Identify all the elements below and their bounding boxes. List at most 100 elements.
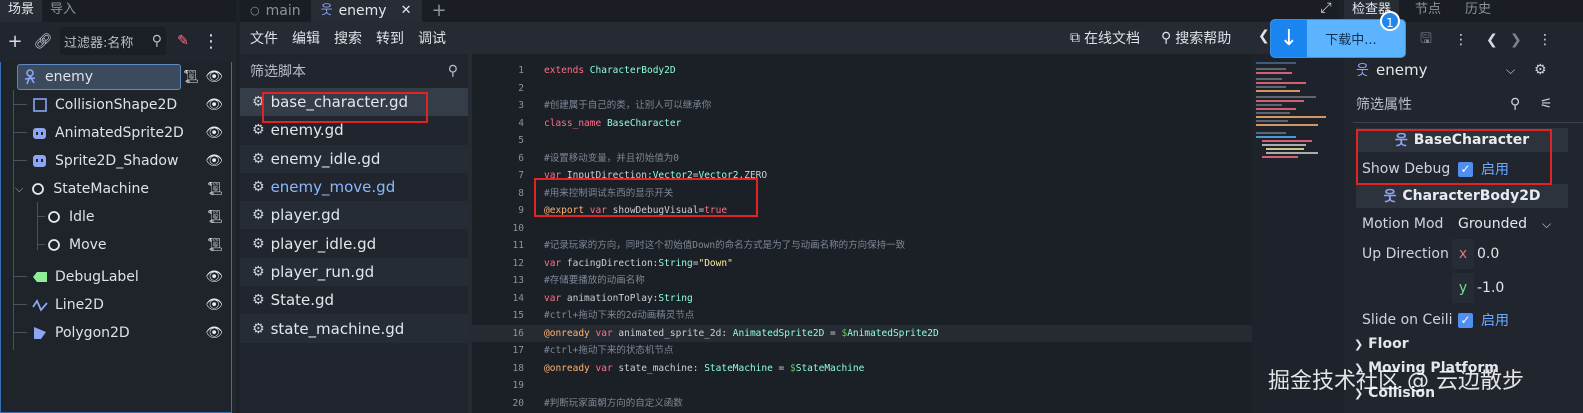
tab-main[interactable]: ○ main — [240, 0, 311, 22]
tree-node-move[interactable]: Move 📜︎ — [1, 231, 231, 259]
code-line[interactable]: 17 #ctrl+拖动下来的状态机节点 — [472, 342, 1252, 360]
tree-node-debuglabel[interactable]: DebugLabel 👁︎ — [1, 263, 231, 291]
tab-scene[interactable]: 场景 — [0, 0, 43, 22]
code-line[interactable]: 3 #创建属于自己的类，让别人可以继承你 — [472, 97, 1252, 115]
fullscreen-icon[interactable]: ⤢ — [1314, 0, 1338, 22]
close-icon[interactable]: ✕ — [401, 1, 412, 21]
script-list-item[interactable]: ⚙ State.gd — [240, 286, 468, 314]
collision-shape-icon — [31, 96, 49, 114]
menu-edit[interactable]: 编辑 — [292, 28, 320, 48]
tree-node-line2d[interactable]: Line2D 👁︎ — [1, 291, 231, 319]
more-options-icon[interactable]: ⋮ — [200, 31, 222, 52]
script-filter-input[interactable]: 筛选脚本 ⚲ — [240, 54, 468, 88]
script-list-item[interactable]: ⚙ player_run.gd — [240, 257, 468, 287]
code-text: @onready var state_machine: StateMachine… — [544, 362, 865, 374]
add-node-icon[interactable]: + — [4, 31, 26, 52]
script-icon[interactable]: 📜︎ — [206, 210, 223, 225]
slide-on-ceiling-checkbox[interactable]: ✓ 启用 — [1458, 310, 1509, 330]
code-line[interactable]: 14 var animationToPlay:String — [472, 290, 1252, 308]
tab-enemy[interactable]: 웃 enemy ✕ — [310, 0, 422, 22]
collapse-arrow-icon[interactable]: ⌵ — [15, 182, 23, 196]
add-tab-button[interactable]: + — [422, 0, 457, 22]
script-icon[interactable]: 📜︎ — [206, 238, 223, 253]
scene-filter-input[interactable]: 过滤器:名称 ⚲ — [60, 27, 166, 55]
script-list-item[interactable]: ⚙ state_machine.gd — [240, 314, 468, 343]
menu-debug[interactable]: 调试 — [418, 28, 446, 48]
scene-dock: 场景 导入 + 🔗︎ 过滤器:名称 ⚲ ✎ ⋮ enemy 📜︎ 👁︎ Coll… — [0, 0, 236, 413]
code-line[interactable]: 13 #存储要播放的动画名称 — [472, 272, 1252, 290]
script-list-item[interactable]: ⚙ player_idle.gd — [240, 229, 468, 257]
visibility-eye-icon[interactable]: 👁︎ — [205, 297, 223, 313]
script-list-item[interactable]: ⚙ player.gd — [240, 201, 468, 230]
tree-node-polygon2d[interactable]: Polygon2D 👁︎ — [1, 319, 231, 347]
tab-history[interactable]: 历史 — [1457, 0, 1499, 22]
inspector-dock: 检查器 节点 历史 🖫︎ ⋮ ❮ ❯ ⋮ 웃 enemy ⌵ ⚙ 筛选属性 ⚲ … — [1344, 0, 1583, 413]
history-back-icon[interactable]: ❮ — [1486, 32, 1498, 48]
tab-node[interactable]: 节点 — [1407, 0, 1449, 22]
script-list-item[interactable]: ⚙ enemy_move.gd — [240, 173, 468, 201]
section-characterbody2d[interactable]: 웃 CharacterBody2D — [1356, 184, 1568, 208]
code-text: var facingDirection:String="Down" — [544, 257, 733, 269]
code-line[interactable]: 18 @onready var state_machine: StateMachi… — [472, 360, 1252, 378]
link-icon[interactable]: 🔗︎ — [32, 32, 54, 50]
visibility-eye-icon[interactable]: 👁︎ — [205, 97, 223, 113]
script-icon[interactable]: 📜︎ — [206, 182, 223, 197]
tree-node-collisionshape2d[interactable]: CollisionShape2D 👁︎ — [1, 91, 231, 119]
code-line[interactable]: 4 class_name BaseCharacter — [472, 115, 1252, 133]
code-line[interactable]: 6 #设置移动变量，并且初始值为0 — [472, 150, 1252, 168]
code-line[interactable]: 2 — [472, 80, 1252, 98]
tree-node-enemy[interactable]: enemy 📜︎ 👁︎ — [1, 63, 231, 91]
tree-node-sprite2d-shadow[interactable]: Sprite2D_Shadow 👁︎ — [1, 147, 231, 175]
code-line[interactable]: 1 extends CharacterBody2D — [472, 62, 1252, 80]
group-floor[interactable]: ❯ Floor — [1354, 336, 1409, 352]
node-label: Move — [69, 237, 107, 253]
menu-file[interactable]: 文件 — [250, 28, 278, 48]
tree-node-idle[interactable]: Idle 📜︎ — [1, 203, 231, 231]
attach-script-icon[interactable]: ✎ — [172, 33, 194, 49]
script-icon[interactable]: 📜︎ — [182, 70, 199, 85]
code-editor[interactable]: 1 extends CharacterBody2D 2 3 #创建属于自己的类，让别人可… — [472, 54, 1252, 413]
collapse-left-icon[interactable]: ❮ — [1258, 28, 1270, 44]
tree-node-animatedsprite2d[interactable]: AnimatedSprite2D 👁︎ — [1, 119, 231, 147]
code-line[interactable]: 11 #记录玩家的方向，同时这个初始值Down的命名方式是为了与动画名称的方向保持… — [472, 237, 1252, 255]
code-line[interactable]: 20 #判断玩家面朝方向的自定义函数 — [472, 395, 1252, 413]
line-number: 9 — [518, 205, 524, 216]
more-options-icon[interactable]: ⋮ — [1454, 32, 1468, 48]
visibility-eye-icon[interactable]: 👁︎ — [205, 269, 223, 285]
up-y-field[interactable]: -1.0 — [1477, 280, 1504, 296]
line-number: 1 — [518, 65, 524, 76]
visibility-eye-icon[interactable]: 👁︎ — [205, 69, 223, 85]
code-line[interactable]: 19 — [472, 377, 1252, 395]
code-minimap[interactable] — [1252, 54, 1343, 413]
tab-import[interactable]: 导入 — [42, 0, 84, 22]
motion-mode-select[interactable]: Grounded — [1458, 216, 1527, 232]
code-line[interactable]: 15 #ctrl+拖动下来的2d动画精灵节点 — [472, 307, 1252, 325]
visibility-eye-icon[interactable]: 👁︎ — [205, 125, 223, 141]
node-settings-icon[interactable]: ⚙ — [1534, 62, 1547, 78]
tree-node-statemachine[interactable]: ⌵ StateMachine 📜︎ — [1, 175, 231, 203]
visibility-eye-icon[interactable]: 👁︎ — [205, 153, 223, 169]
visibility-eye-icon[interactable]: 👁︎ — [205, 325, 223, 341]
object-selector[interactable]: 웃 enemy ⌵ ⚙ — [1344, 56, 1583, 84]
property-filter-input[interactable]: 筛选属性 ⚲ ⚟ — [1344, 90, 1583, 118]
code-line[interactable]: 16 @onready var animated_sprite_2d: Anima… — [472, 324, 1252, 342]
menu-goto[interactable]: 转到 — [376, 28, 404, 48]
prop-up-direction-y: y -1.0 — [1344, 272, 1583, 304]
line-icon — [31, 296, 49, 314]
line-number: 19 — [512, 380, 524, 391]
prop-up-direction: Up Direction x 0.0 — [1344, 238, 1583, 270]
online-docs-button[interactable]: ⧉ 在线文档 — [1070, 28, 1140, 48]
code-line[interactable]: 5 — [472, 132, 1252, 150]
filter-settings-icon[interactable]: ⚟ — [1540, 96, 1553, 112]
history-forward-icon[interactable]: ❯ — [1510, 32, 1522, 48]
menu-search[interactable]: 搜索 — [334, 28, 362, 48]
save-icon[interactable]: 🖫︎ — [1420, 28, 1432, 52]
more-options-icon[interactable]: ⋮ — [1538, 32, 1552, 48]
script-list-item[interactable]: ⚙ enemy_idle.gd — [240, 144, 468, 173]
code-line[interactable]: 10 — [472, 220, 1252, 238]
code-line[interactable]: 12 var facingDirection:String="Down" — [472, 255, 1252, 273]
up-x-field[interactable]: 0.0 — [1477, 246, 1499, 262]
node-label: Polygon2D — [55, 325, 130, 341]
search-help-button[interactable]: ⚲ 搜索帮助 — [1161, 28, 1231, 48]
search-help-icon: ⚲ — [1161, 30, 1172, 46]
